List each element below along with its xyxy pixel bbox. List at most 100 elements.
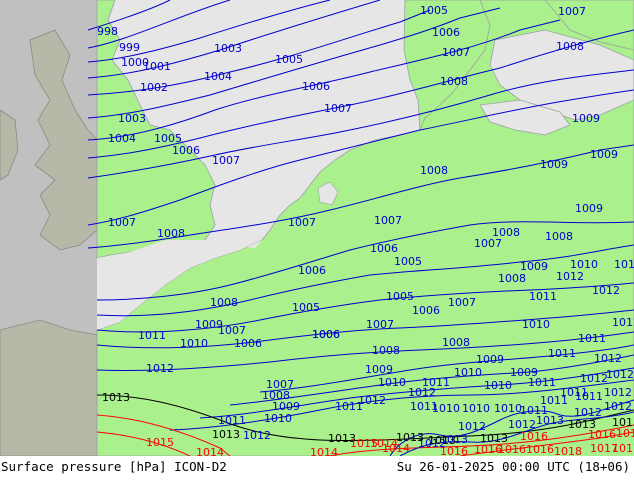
isobar-label: 1006 [370,242,398,255]
isobar-label: 1007 [288,216,316,229]
isobar-label: 1011 [575,390,603,403]
isobar-label: 1003 [118,112,146,125]
isobar-label: 1018 [554,445,582,456]
isobar-label: 1011 [528,376,556,389]
isobar-label: 1011 [218,414,246,427]
isobar-label: 1012 [604,400,632,413]
isobar-label: 1009 [476,353,504,366]
isobar-label: 1008 [210,296,238,309]
isobar-label: 1010 [522,318,550,331]
isobar-label: 1013 [212,428,240,441]
map-title: Surface pressure [hPa] ICON-D2 [1,459,227,474]
isobar-label: 1002 [140,81,168,94]
isobar-label: 1007 [442,46,470,59]
isobar-label: 1007 [212,154,240,167]
isobar-label: 1014 [382,442,410,455]
isobar-label: 1012 [604,386,632,399]
isobar-label: 1012 [243,429,271,442]
isobar-label: 1005 [420,4,448,17]
isobar-label: 1015 [146,436,174,449]
isobar-label: 1013 [102,391,130,404]
isobar-label: 1009 [365,363,393,376]
isobar-label: 1014 [196,446,224,456]
isobar-label: 1014 [310,446,338,456]
valid-time: Su 26-01-2025 00:00 UTC (18+06) [396,459,630,474]
isobar-label: 999 [119,41,140,54]
isobar-label: 1006 [172,144,200,157]
pressure-map: 998 999 1000 1001 1002 1003 1003 1004 10… [0,0,634,456]
isobar-label: 1012 [592,284,620,297]
isobar-label: 1001 [143,60,171,73]
isobar-label: 1013 [614,258,634,271]
isobar-label: 1009 [540,158,568,171]
isobar-label: 1016 [526,443,554,456]
isobar-label: 1010 [462,402,490,415]
isobar-label: 1007 [474,237,502,250]
isobar-label: 1008 [545,230,573,243]
isobar-label: 1011 [578,332,606,345]
footer-bar: Surface pressure [hPa] ICON-D2 Su 26-01-… [0,456,634,490]
isobar-label: 1004 [204,70,232,83]
isobar-label: 1007 [374,214,402,227]
isobar-label: 1005 [394,255,422,268]
isobar-label: 1011 [138,329,166,342]
isobar-label: 1008 [440,75,468,88]
isobar-label: 1012 [358,394,386,407]
isobar-label: 1013 [536,414,564,427]
isobar-label: 1010 [180,337,208,350]
isobar-label: 1017 [612,442,634,455]
isobar-label: 1012 [146,362,174,375]
isobar-label: 1010 [378,376,406,389]
isobar-label: 1007 [558,5,586,18]
isobar-label: 1008 [157,227,185,240]
isobar-label: 1004 [108,132,136,145]
isobar-label: 1010 [494,402,522,415]
isobar-label: 1011 [410,400,438,413]
isobar-label: 1009 [572,112,600,125]
isobar-label: 998 [97,25,118,38]
isobar-label: 1007 [448,296,476,309]
isobar-label: 1006 [412,304,440,317]
isobar-label: 1016 [440,445,468,456]
isobar-label: 1008 [420,164,448,177]
isobar-label: 1008 [442,336,470,349]
channel-coast-outside [0,319,98,456]
isobar-label: 1012 [408,386,436,399]
isobar-label: 1008 [556,40,584,53]
isobar-label: 1016 [520,430,548,443]
isobar-label: 1006 [312,328,340,341]
isobar-label: 1006 [298,264,326,277]
isobar-label: 1007 [366,318,394,331]
isobar-label: 1012 [612,316,634,329]
isobar-label: 1007 [218,324,246,337]
isobar-label: 1005 [292,301,320,314]
isobar-label: 1008 [372,344,400,357]
isobar-label: 1005 [386,290,414,303]
isobar-label: 1012 [556,270,584,283]
isobar-label: 1012 [606,368,634,381]
isobar-label: 1009 [590,148,618,161]
isobar-label: 1016 [616,427,634,440]
isobar-label: 1012 [594,352,622,365]
isobar-label: 1011 [540,394,568,407]
isobar-label: 1009 [575,202,603,215]
isobar-label: 1015 [350,437,378,450]
isobar-label: 1011 [548,347,576,360]
isobar-label: 1003 [214,42,242,55]
isobar-label: 1010 [570,258,598,271]
isobar-label: 1010 [454,366,482,379]
isobar-label: 1012 [580,372,608,385]
isobar-label: 1006 [302,80,330,93]
isobar-label: 1016 [474,443,502,456]
isobar-label: 1007 [324,102,352,115]
isobar-label: 1011 [529,290,557,303]
isobar-label: 1016 [498,443,526,456]
isobar-label: 1016 [588,428,616,441]
isobar-label: 1006 [234,337,262,350]
isobar-label: 1006 [432,26,460,39]
isobar-label: 1010 [484,379,512,392]
isobar-label: 1007 [108,216,136,229]
isobar-label: 1008 [498,272,526,285]
isobar-label: 1010 [264,412,292,425]
isobar-label: 1005 [275,53,303,66]
